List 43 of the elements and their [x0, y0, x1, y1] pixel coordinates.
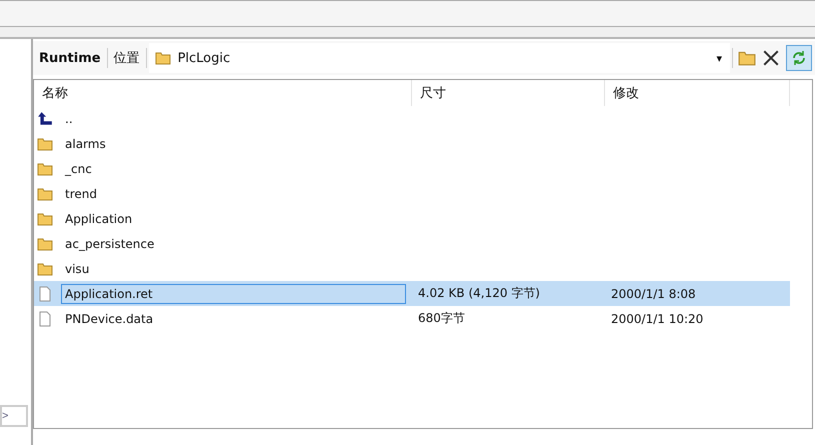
file-row[interactable]: trend — [34, 181, 812, 206]
file-row[interactable]: alarms — [34, 131, 812, 156]
file-row[interactable]: Application.ret 4.02 KB (4,120 字节) 2000/1/1 8:08 — [34, 281, 790, 306]
folder-icon — [37, 136, 53, 152]
file-size: 680字节 — [418, 310, 465, 327]
file-name: trend — [64, 186, 98, 202]
file-row[interactable]: visu — [34, 256, 812, 281]
folder-icon — [37, 236, 53, 252]
file-icon — [37, 286, 53, 302]
path-field[interactable]: PlcLogic ▾ — [148, 43, 730, 73]
modified-date: 2000/1/1 8:08 — [611, 286, 696, 300]
file-name: _cnc — [64, 160, 93, 178]
column-header[interactable]: 名称 — [34, 80, 412, 106]
up-arrow-icon — [37, 110, 53, 126]
folder-icon — [37, 186, 53, 202]
runtime-label: Runtime — [38, 50, 102, 66]
close-icon[interactable] — [762, 49, 780, 67]
file-name: Application.ret — [61, 284, 406, 304]
modified-date: 2000/1/1 10:20 — [611, 312, 704, 326]
folder-icon — [37, 210, 53, 226]
file-size: 4.02 KB (4,120 字节) — [418, 285, 540, 302]
refresh-icon[interactable] — [786, 45, 812, 71]
file-name: .. — [64, 110, 74, 128]
file-name: ac_persistence — [64, 236, 156, 253]
file-row[interactable]: Application — [34, 206, 812, 231]
file-name: Application — [64, 210, 134, 228]
folder-icon — [37, 160, 53, 176]
file-row[interactable]: ac_persistence — [34, 231, 812, 256]
file-icon — [37, 310, 53, 326]
folder-icon — [154, 51, 171, 65]
file-row[interactable]: _cnc — [34, 156, 812, 181]
column-header[interactable]: 修改 — [605, 80, 790, 106]
folder-icon[interactable] — [738, 49, 756, 67]
file-name: alarms — [64, 136, 107, 152]
dropdown-arrow[interactable]: ▾ — [708, 52, 730, 64]
file-row[interactable]: PNDevice.data 680字节 2000/1/1 10:20 — [34, 306, 812, 331]
folder-icon — [37, 260, 53, 276]
file-name: PNDevice.data — [64, 310, 154, 328]
expand-button[interactable]: > — [0, 405, 28, 427]
location-label: 位置 — [112, 50, 141, 67]
file-row[interactable]: .. — [34, 106, 812, 131]
file-name: visu — [64, 260, 90, 278]
column-header[interactable]: 尺寸 — [412, 80, 605, 106]
